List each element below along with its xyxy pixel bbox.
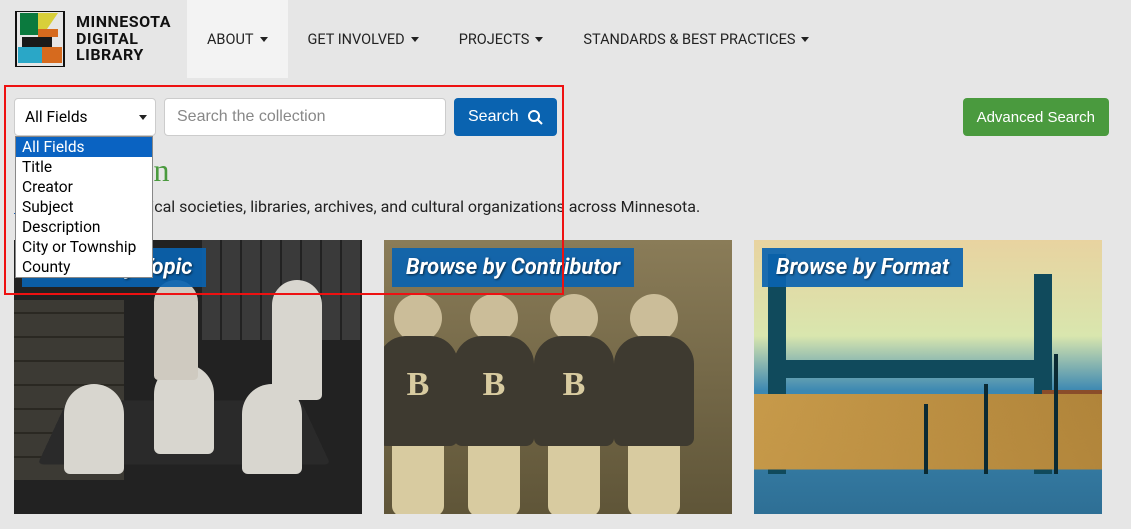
card-browse-format[interactable]: Browse by Format xyxy=(754,240,1102,514)
caret-down-icon xyxy=(411,37,419,42)
search-button[interactable]: Search xyxy=(454,98,557,136)
field-option-description[interactable]: Description xyxy=(16,217,152,237)
search-icon xyxy=(527,109,543,125)
search-bar: All Fields All Fields Title Creator Subj… xyxy=(14,98,1109,136)
field-option-creator[interactable]: Creator xyxy=(16,177,152,197)
mn-logo-icon xyxy=(14,11,66,67)
caret-down-icon xyxy=(801,37,809,42)
nav-get-involved[interactable]: GET INVOLVED xyxy=(288,0,439,78)
search-field-select[interactable]: All Fields xyxy=(14,98,156,136)
main-content: All Fields All Fields Title Creator Subj… xyxy=(0,78,1131,514)
browse-cards: Browse by Topic Browse by Contributor Br… xyxy=(14,240,1109,514)
field-option-title[interactable]: Title xyxy=(16,157,152,177)
chevron-down-icon xyxy=(139,115,147,120)
caret-down-icon xyxy=(260,37,268,42)
brand-text: MINNESOTA DIGITAL LIBRARY xyxy=(76,14,171,64)
primary-nav: ABOUT GET INVOLVED PROJECTS STANDARDS & … xyxy=(187,0,829,78)
intro-text: ms from 203 historical societies, librar… xyxy=(14,197,1109,216)
advanced-search-button[interactable]: Advanced Search xyxy=(963,98,1109,136)
nav-standards[interactable]: STANDARDS & BEST PRACTICES xyxy=(563,0,829,78)
field-option-all-fields[interactable]: All Fields xyxy=(16,137,152,157)
search-field-dropdown: All Fields Title Creator Subject Descrip… xyxy=(15,136,153,278)
brand-logo[interactable]: MINNESOTA DIGITAL LIBRARY xyxy=(0,11,187,67)
page-title: e Collection xyxy=(14,152,1109,189)
nav-about[interactable]: ABOUT xyxy=(187,0,288,78)
caret-down-icon xyxy=(535,37,543,42)
card-browse-contributor[interactable]: Browse by Contributor xyxy=(384,240,732,514)
card-browse-topic[interactable]: Browse by Topic xyxy=(14,240,362,514)
card-label: Browse by Contributor xyxy=(406,255,620,280)
field-option-city[interactable]: City or Township xyxy=(16,237,152,257)
header: MINNESOTA DIGITAL LIBRARY ABOUT GET INVO… xyxy=(0,0,1131,78)
search-input[interactable] xyxy=(164,98,446,136)
field-option-county[interactable]: County xyxy=(16,257,152,277)
field-option-subject[interactable]: Subject xyxy=(16,197,152,217)
nav-projects[interactable]: PROJECTS xyxy=(439,0,564,78)
card-label: Browse by Format xyxy=(776,255,949,280)
